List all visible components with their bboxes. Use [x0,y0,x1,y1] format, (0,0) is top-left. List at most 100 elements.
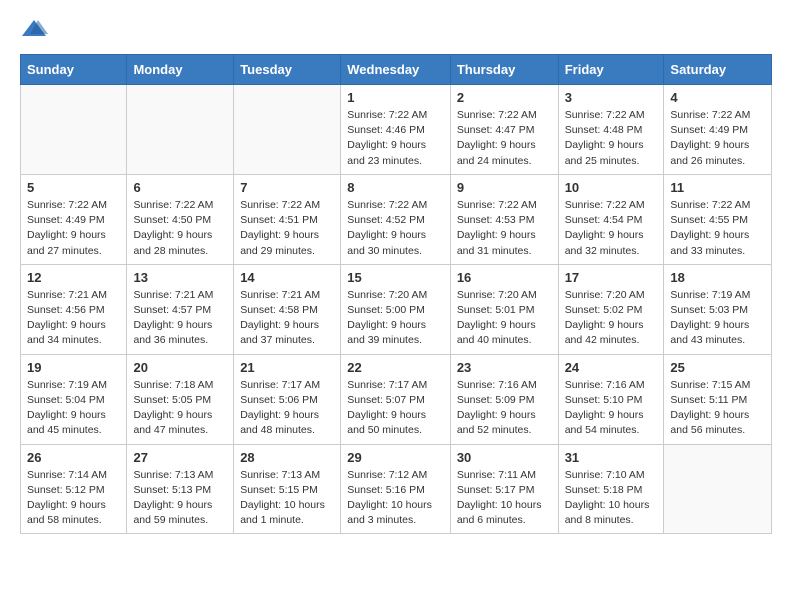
calendar-cell: 14 Sunrise: 7:21 AM Sunset: 4:58 PM Dayli… [234,264,341,354]
calendar-cell: 9 Sunrise: 7:22 AM Sunset: 4:53 PM Daylig… [450,174,558,264]
calendar-cell [21,85,127,175]
logo-icon [20,16,48,44]
day-info: Sunrise: 7:17 AM Sunset: 5:06 PM Dayligh… [240,378,334,439]
day-info: Sunrise: 7:18 AM Sunset: 5:05 PM Dayligh… [133,378,227,439]
day-number: 9 [457,180,552,195]
day-number: 14 [240,270,334,285]
day-number: 19 [27,360,120,375]
calendar-cell: 25Sunrise: 7:15 AM Sunset: 5:11 PM Dayli… [664,354,772,444]
day-number: 10 [565,180,658,195]
calendar-week-row-2: 5 Sunrise: 7:22 AM Sunset: 4:49 PM Daylig… [21,174,772,264]
day-number: 17 [565,270,658,285]
weekday-header-thursday: Thursday [450,55,558,85]
calendar-week-row-4: 19 Sunrise: 7:19 AM Sunset: 5:04 PM Dayli… [21,354,772,444]
day-info: Sunrise: 7:12 AM Sunset: 5:16 PM Dayligh… [347,468,444,529]
day-info: Sunrise: 7:22 AM Sunset: 4:53 PM Dayligh… [457,198,552,259]
day-number: 25 [670,360,765,375]
calendar-cell: 6 Sunrise: 7:22 AM Sunset: 4:50 PM Daylig… [127,174,234,264]
day-number: 8 [347,180,444,195]
day-number: 29 [347,450,444,465]
day-info: Sunrise: 7:22 AM Sunset: 4:48 PM Dayligh… [565,108,658,169]
day-info: Sunrise: 7:21 AM Sunset: 4:56 PM Dayligh… [27,288,120,349]
calendar-table: SundayMondayTuesdayWednesdayThursdayFrid… [20,54,772,534]
day-number: 18 [670,270,765,285]
calendar-cell: 1Sunrise: 7:22 AM Sunset: 4:46 PM Daylig… [341,85,451,175]
calendar-cell: 27 Sunrise: 7:13 AM Sunset: 5:13 PM Dayli… [127,444,234,534]
calendar-week-row-1: 1Sunrise: 7:22 AM Sunset: 4:46 PM Daylig… [21,85,772,175]
day-number: 30 [457,450,552,465]
day-info: Sunrise: 7:17 AM Sunset: 5:07 PM Dayligh… [347,378,444,439]
calendar-cell: 31 Sunrise: 7:10 AM Sunset: 5:18 PM Dayli… [558,444,664,534]
day-number: 5 [27,180,120,195]
header [20,16,772,44]
calendar-cell: 13Sunrise: 7:21 AM Sunset: 4:57 PM Dayli… [127,264,234,354]
day-info: Sunrise: 7:10 AM Sunset: 5:18 PM Dayligh… [565,468,658,529]
day-number: 21 [240,360,334,375]
page: SundayMondayTuesdayWednesdayThursdayFrid… [0,0,792,554]
weekday-header-monday: Monday [127,55,234,85]
day-number: 20 [133,360,227,375]
day-number: 28 [240,450,334,465]
day-number: 24 [565,360,658,375]
day-number: 3 [565,90,658,105]
day-info: Sunrise: 7:19 AM Sunset: 5:03 PM Dayligh… [670,288,765,349]
calendar-cell: 26 Sunrise: 7:14 AM Sunset: 5:12 PM Dayli… [21,444,127,534]
day-info: Sunrise: 7:22 AM Sunset: 4:47 PM Dayligh… [457,108,552,169]
day-info: Sunrise: 7:20 AM Sunset: 5:02 PM Dayligh… [565,288,658,349]
calendar-cell: 3 Sunrise: 7:22 AM Sunset: 4:48 PM Daylig… [558,85,664,175]
calendar-cell: 16 Sunrise: 7:20 AM Sunset: 5:01 PM Dayli… [450,264,558,354]
day-info: Sunrise: 7:11 AM Sunset: 5:17 PM Dayligh… [457,468,552,529]
day-info: Sunrise: 7:22 AM Sunset: 4:51 PM Dayligh… [240,198,334,259]
calendar-cell [127,85,234,175]
calendar-cell [234,85,341,175]
day-info: Sunrise: 7:22 AM Sunset: 4:46 PM Dayligh… [347,108,444,169]
day-info: Sunrise: 7:20 AM Sunset: 5:01 PM Dayligh… [457,288,552,349]
day-info: Sunrise: 7:16 AM Sunset: 5:10 PM Dayligh… [565,378,658,439]
calendar-cell: 24 Sunrise: 7:16 AM Sunset: 5:10 PM Dayli… [558,354,664,444]
day-info: Sunrise: 7:21 AM Sunset: 4:57 PM Dayligh… [133,288,227,349]
day-number: 15 [347,270,444,285]
day-info: Sunrise: 7:19 AM Sunset: 5:04 PM Dayligh… [27,378,120,439]
calendar-cell: 18 Sunrise: 7:19 AM Sunset: 5:03 PM Dayli… [664,264,772,354]
day-number: 31 [565,450,658,465]
calendar-cell: 8 Sunrise: 7:22 AM Sunset: 4:52 PM Daylig… [341,174,451,264]
day-number: 6 [133,180,227,195]
calendar-cell: 7Sunrise: 7:22 AM Sunset: 4:51 PM Daylig… [234,174,341,264]
day-info: Sunrise: 7:13 AM Sunset: 5:13 PM Dayligh… [133,468,227,529]
calendar-cell: 19 Sunrise: 7:19 AM Sunset: 5:04 PM Dayli… [21,354,127,444]
day-info: Sunrise: 7:21 AM Sunset: 4:58 PM Dayligh… [240,288,334,349]
calendar-cell: 29 Sunrise: 7:12 AM Sunset: 5:16 PM Dayli… [341,444,451,534]
weekday-header-sunday: Sunday [21,55,127,85]
day-number: 12 [27,270,120,285]
calendar-cell [664,444,772,534]
weekday-header-friday: Friday [558,55,664,85]
day-number: 23 [457,360,552,375]
day-info: Sunrise: 7:13 AM Sunset: 5:15 PM Dayligh… [240,468,334,529]
calendar-week-row-3: 12 Sunrise: 7:21 AM Sunset: 4:56 PM Dayli… [21,264,772,354]
calendar-cell: 17 Sunrise: 7:20 AM Sunset: 5:02 PM Dayli… [558,264,664,354]
calendar-cell: 2Sunrise: 7:22 AM Sunset: 4:47 PM Daylig… [450,85,558,175]
weekday-header-saturday: Saturday [664,55,772,85]
day-info: Sunrise: 7:14 AM Sunset: 5:12 PM Dayligh… [27,468,120,529]
day-info: Sunrise: 7:16 AM Sunset: 5:09 PM Dayligh… [457,378,552,439]
day-info: Sunrise: 7:22 AM Sunset: 4:54 PM Dayligh… [565,198,658,259]
day-info: Sunrise: 7:22 AM Sunset: 4:50 PM Dayligh… [133,198,227,259]
calendar-cell: 22 Sunrise: 7:17 AM Sunset: 5:07 PM Dayli… [341,354,451,444]
day-number: 27 [133,450,227,465]
calendar-cell: 4Sunrise: 7:22 AM Sunset: 4:49 PM Daylig… [664,85,772,175]
day-number: 4 [670,90,765,105]
day-number: 22 [347,360,444,375]
calendar-cell: 21 Sunrise: 7:17 AM Sunset: 5:06 PM Dayli… [234,354,341,444]
calendar-cell: 15 Sunrise: 7:20 AM Sunset: 5:00 PM Dayli… [341,264,451,354]
calendar-cell: 10 Sunrise: 7:22 AM Sunset: 4:54 PM Dayli… [558,174,664,264]
weekday-header-wednesday: Wednesday [341,55,451,85]
calendar-cell: 23 Sunrise: 7:16 AM Sunset: 5:09 PM Dayli… [450,354,558,444]
day-info: Sunrise: 7:20 AM Sunset: 5:00 PM Dayligh… [347,288,444,349]
day-info: Sunrise: 7:22 AM Sunset: 4:52 PM Dayligh… [347,198,444,259]
day-info: Sunrise: 7:22 AM Sunset: 4:49 PM Dayligh… [27,198,120,259]
calendar-cell: 20 Sunrise: 7:18 AM Sunset: 5:05 PM Dayli… [127,354,234,444]
day-number: 26 [27,450,120,465]
calendar-week-row-5: 26 Sunrise: 7:14 AM Sunset: 5:12 PM Dayli… [21,444,772,534]
logo [20,16,52,44]
day-number: 16 [457,270,552,285]
